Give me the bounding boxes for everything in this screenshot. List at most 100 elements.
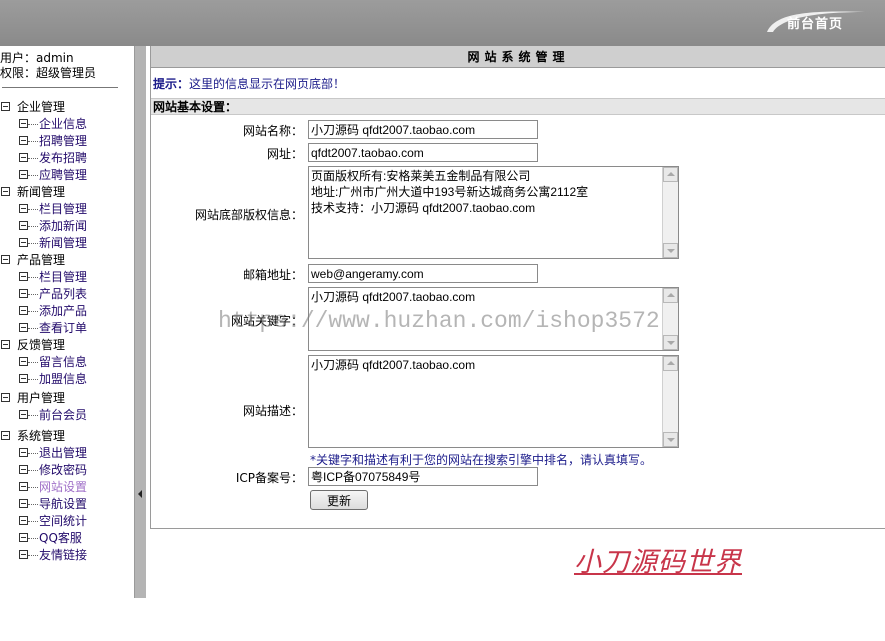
keywords-text: 小刀源码 qfdt2007.taobao.com	[311, 290, 476, 304]
seo-hint: *关键字和描述有利于您的网站在搜索引擎中排名，请认真填写。	[310, 453, 653, 467]
tree-node-icon	[19, 238, 28, 247]
tree-node-icon	[19, 499, 28, 508]
copyright-textarea[interactable]: 页面版权所有:安格莱美五金制品有限公司 地址:广州市广州大道中193号新达城商务…	[308, 166, 679, 259]
section-header: 网站基本设置：	[151, 98, 885, 115]
url-label: 网址：	[266, 147, 303, 161]
icp-label: ICP备案号：	[235, 471, 303, 485]
tree-node-icon	[19, 306, 28, 315]
tree-node-icon	[19, 448, 28, 457]
tree-connector	[28, 504, 38, 505]
tip-prefix: 提示：	[153, 77, 190, 91]
tree-node-icon	[19, 289, 28, 298]
copyright-scrollbar[interactable]	[662, 167, 678, 258]
tree-item-label[interactable]: 栏目管理	[39, 269, 87, 286]
tree-node-icon	[19, 482, 28, 491]
scroll-down-icon[interactable]	[663, 335, 678, 350]
scroll-down-icon[interactable]	[663, 432, 678, 447]
tree-item-label[interactable]: 友情链接	[39, 547, 87, 564]
tree-item-label[interactable]: 产品列表	[39, 286, 87, 303]
tree-connector	[28, 311, 38, 312]
icp-field[interactable]	[308, 467, 538, 486]
scroll-down-icon[interactable]	[663, 243, 678, 258]
description-label: 网站描述：	[242, 404, 303, 418]
tip-message: 提示：这里的信息显示在网页底部！	[153, 75, 345, 92]
tree-node-icon	[19, 465, 28, 474]
tree-connector	[28, 415, 38, 416]
tree-item-label[interactable]: 留言信息	[39, 354, 87, 371]
user-name: 用户：admin	[0, 51, 74, 65]
signature-text: 小刀源码世界	[574, 547, 742, 578]
tree-node-icon	[19, 136, 28, 145]
tree-category-label: 反馈管理	[17, 338, 66, 352]
collapse-box-icon[interactable]	[1, 431, 10, 440]
update-button[interactable]: 更新	[310, 490, 368, 510]
tree-connector	[28, 328, 38, 329]
tree-connector	[28, 538, 38, 539]
tree-item-label[interactable]: 空间统计	[39, 513, 87, 530]
tree-item-label[interactable]: 导航设置	[39, 496, 87, 513]
tree-node-icon	[19, 153, 28, 162]
tree-connector	[28, 226, 38, 227]
tree-item-label[interactable]: 修改密码	[39, 462, 87, 479]
tree-connector	[28, 158, 38, 159]
scroll-up-icon[interactable]	[663, 167, 678, 182]
tree-item-label[interactable]: 添加新闻	[39, 218, 87, 235]
tree-category-label: 系统管理	[17, 429, 66, 443]
tree-item-label[interactable]: 招聘管理	[39, 133, 87, 150]
tree-item-label[interactable]: 发布招聘	[39, 150, 87, 167]
tree-item-label[interactable]: 前台会员	[39, 407, 87, 424]
email-label: 邮箱地址：	[242, 268, 303, 282]
tree-node-icon	[19, 323, 28, 332]
collapse-box-icon[interactable]	[1, 255, 10, 264]
tree-node-icon	[19, 170, 28, 179]
tree-item-label[interactable]: 新闻管理	[39, 235, 87, 252]
tree-connector	[28, 141, 38, 142]
description-textarea[interactable]: 小刀源码 qfdt2007.taobao.com	[308, 355, 679, 448]
tree-node-icon	[19, 374, 28, 383]
tree-item-label[interactable]: 添加产品	[39, 303, 87, 320]
sidebar: 用户：admin 权限：超级管理员 企业管理 企业信息 招聘管理 发布招聘 应聘管理 新闻…	[0, 46, 134, 598]
tree-connector	[28, 294, 38, 295]
scroll-up-icon[interactable]	[663, 288, 678, 303]
tree-node-icon	[19, 357, 28, 366]
collapse-box-icon[interactable]	[1, 393, 10, 402]
scroll-up-icon[interactable]	[663, 356, 678, 371]
description-scrollbar[interactable]	[662, 356, 678, 447]
tree-node-icon	[19, 119, 28, 128]
description-text: 小刀源码 qfdt2007.taobao.com	[311, 358, 476, 372]
tree-item-label[interactable]: 退出管理	[39, 445, 87, 462]
collapse-box-icon[interactable]	[1, 187, 10, 196]
collapse-box-icon[interactable]	[1, 340, 10, 349]
site-name-label: 网站名称：	[242, 124, 303, 138]
collapse-arrow-icon	[138, 490, 142, 498]
tree-item-label[interactable]: 查看订单	[39, 320, 87, 337]
home-link[interactable]: 前台首页	[765, 8, 869, 36]
tip-text: 这里的信息显示在网页底部！	[189, 77, 346, 91]
tree-node-icon	[19, 272, 28, 281]
sidebar-divider	[2, 87, 118, 88]
tree-item-label[interactable]: 网站设置	[39, 479, 87, 496]
user-info: 用户：admin 权限：超级管理员	[0, 51, 96, 81]
tree-connector	[28, 470, 38, 471]
tree-item-label[interactable]: 栏目管理	[39, 201, 87, 218]
tree-connector	[28, 362, 38, 363]
tree-node-icon	[19, 410, 28, 419]
url-field[interactable]	[308, 143, 538, 162]
email-field[interactable]	[308, 264, 538, 283]
tree-node-icon	[19, 533, 28, 542]
copyright-text: 页面版权所有:安格莱美五金制品有限公司 地址:广州市广州大道中193号新达城商务…	[311, 169, 589, 215]
tree-connector	[28, 379, 38, 380]
site-name-field[interactable]	[308, 120, 538, 139]
tree-node-icon	[19, 204, 28, 213]
tree-item-label[interactable]: QQ客服	[39, 530, 82, 547]
home-link-label: 前台首页	[787, 17, 844, 32]
tree-item-label[interactable]: 加盟信息	[39, 371, 87, 388]
tree-category-label: 新闻管理	[17, 185, 66, 199]
collapse-box-icon[interactable]	[1, 102, 10, 111]
tree-item-label[interactable]: 企业信息	[39, 116, 87, 133]
tree-item-label[interactable]: 应聘管理	[39, 167, 87, 184]
tree-connector	[28, 243, 38, 244]
keywords-scrollbar[interactable]	[662, 288, 678, 350]
sidebar-toggle[interactable]	[134, 46, 146, 598]
user-role: 权限：超级管理员	[0, 66, 97, 80]
